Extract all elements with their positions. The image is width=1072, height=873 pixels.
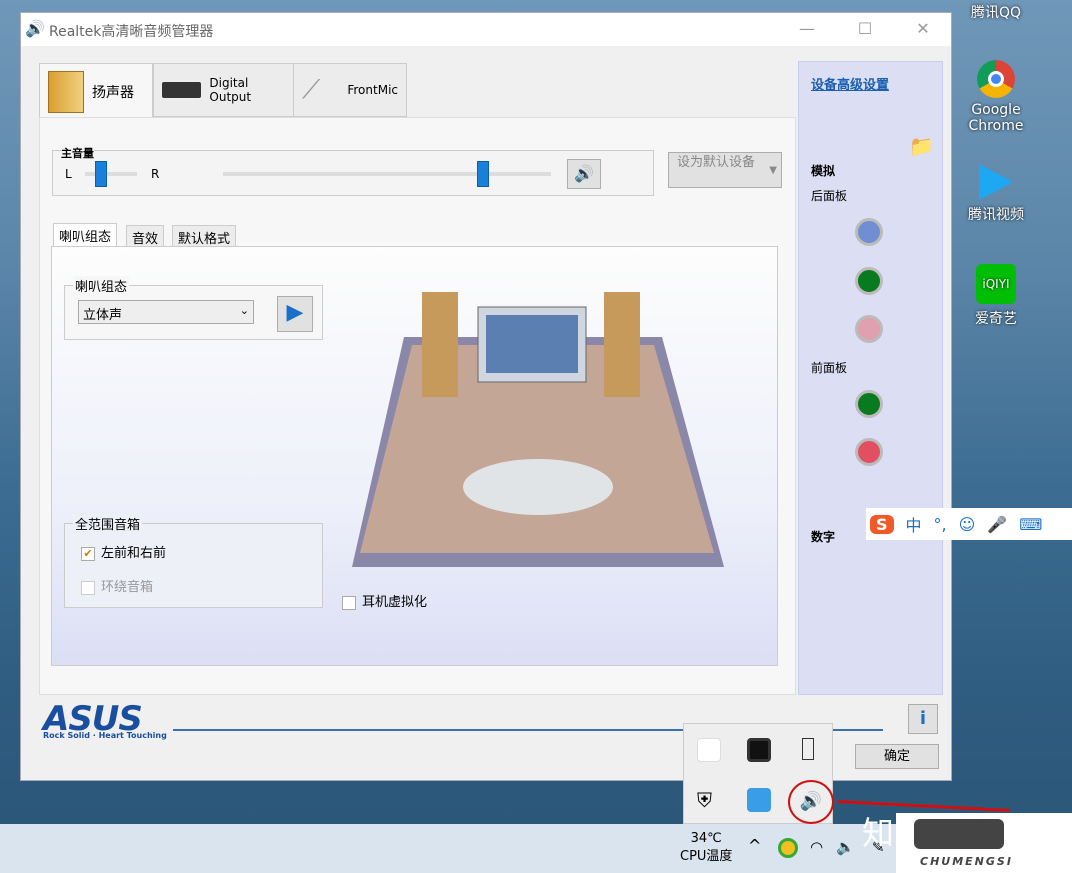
speaker-config-panel: 喇叭组态 立体声 ⌄ ▶ 全范围音箱 ✔ 左前和右前 环绕音箱 耳机虚拟化 (51, 246, 778, 666)
balance-slider[interactable] (95, 161, 107, 187)
info-icon: i (919, 708, 927, 729)
speaker-config-select[interactable]: 立体声 ⌄ (78, 300, 254, 324)
left-speaker (422, 292, 458, 397)
title-bar: 🔊 Realtek高清晰音频管理器 — ☐ ✕ (21, 13, 951, 46)
mute-button[interactable]: 🔊 (567, 159, 601, 189)
close-button[interactable]: ✕ (903, 19, 943, 38)
jack-green[interactable] (855, 267, 883, 295)
realtek-speaker-tray-icon[interactable]: 🔊 (788, 780, 834, 824)
main-volume-group: 主音量 L R 🔊 (52, 145, 654, 196)
speaker-app-icon: 🔊 (25, 19, 45, 38)
app-tray-icon[interactable] (747, 788, 771, 812)
watermark-logo (914, 819, 1004, 849)
usb-drive-icon[interactable] (802, 738, 814, 760)
tv-screen (486, 315, 578, 373)
volume-track (223, 172, 551, 176)
set-default-device-button[interactable]: 设为默认设备 ▼ (668, 152, 782, 188)
advanced-settings-link[interactable]: 设备高级设置 (811, 74, 889, 93)
360-security-icon[interactable] (778, 838, 798, 858)
tab-frontmic[interactable]: ⟋ FrontMic (293, 63, 407, 117)
security-shield-icon[interactable]: ⛨ (697, 788, 712, 812)
folder-icon[interactable]: 📁 (909, 134, 934, 158)
info-button[interactable]: i (908, 704, 938, 734)
volume-icon[interactable]: 🔈 (836, 838, 855, 856)
minimize-button[interactable]: — (787, 19, 827, 38)
ime-mode-button[interactable]: 中 (906, 512, 922, 536)
nvidia-icon[interactable] (747, 738, 771, 762)
speaker-config-group: 喇叭组态 立体声 ⌄ ▶ (64, 276, 323, 340)
jack-front-green[interactable] (855, 390, 883, 418)
chumengsi-watermark: CHUMENGSI (896, 813, 1072, 873)
balance-track (85, 172, 137, 176)
play-icon: ▶ (286, 300, 304, 325)
surround-speakers-checkbox[interactable]: 环绕音箱 (81, 576, 153, 595)
realtek-window: 🔊 Realtek高清晰音频管理器 — ☐ ✕ 扬声器 Digital Outp… (20, 12, 952, 781)
maximize-button[interactable]: ☐ (845, 19, 885, 38)
checkbox-checked-icon: ✔ (81, 546, 95, 561)
tab-default-format[interactable]: 默认格式 (172, 225, 237, 247)
tab-sound-effects[interactable]: 音效 (126, 225, 165, 247)
microphone-icon: ⟋ (302, 74, 321, 105)
tab-digital-output[interactable]: Digital Output (153, 63, 294, 117)
ime-punct-button[interactable]: °, (934, 515, 947, 534)
jack-front-red[interactable] (855, 438, 883, 466)
tab-speaker-config[interactable]: 喇叭组态 (53, 223, 118, 247)
cpu-temp-widget[interactable]: 34℃ CPU温度 (680, 830, 732, 866)
full-range-group: 全范围音箱 ✔ 左前和右前 环绕音箱 (64, 514, 323, 608)
ok-button[interactable]: 确定 (855, 744, 939, 769)
asus-tagline: Rock Solid · Heart Touching (43, 731, 167, 740)
chevron-up-icon[interactable]: ^ (748, 836, 761, 855)
tencent-video-icon (979, 164, 1013, 200)
main-volume-label: 主音量 (61, 145, 94, 161)
desktop-icon-iqiyi[interactable]: iQIYI 爱奇艺 (956, 264, 1036, 328)
left-label: L (65, 167, 72, 181)
emoji-icon[interactable]: ☺ (959, 515, 976, 534)
tray-overflow-popup: ⛨ 🔊 (683, 723, 834, 824)
desktop-icon-tencent-video[interactable]: 腾讯视频 (956, 164, 1036, 224)
speakers-icon (48, 70, 84, 113)
jack-blue[interactable] (855, 218, 883, 246)
digital-output-icon (162, 82, 202, 98)
ime-toolbar: S 中 °, ☺ 🎤 ⌨ (866, 508, 1072, 540)
zhihu-watermark: 知 (862, 814, 895, 852)
right-speaker (604, 292, 640, 397)
volume-slider[interactable] (477, 161, 489, 187)
keyboard-icon[interactable]: ⌨ (1019, 515, 1042, 534)
right-label: R (151, 167, 160, 181)
microphone-icon[interactable]: 🎤 (987, 515, 1007, 534)
wifi-icon[interactable]: ◠ (810, 838, 823, 856)
sogou-logo-icon[interactable]: S (870, 514, 894, 534)
iqiyi-icon: iQIYI (976, 264, 1016, 304)
desktop-icon-qq[interactable]: 腾讯QQ (956, 2, 1036, 22)
tab-speakers[interactable]: 扬声器 (39, 63, 153, 119)
dropdown-arrow-icon: ▼ (769, 165, 777, 176)
jack-pink[interactable] (855, 315, 883, 343)
speaker-volume-icon: 🔊 (574, 164, 594, 183)
desktop-icon-chrome[interactable]: Google Chrome (956, 60, 1036, 134)
front-speakers-checkbox[interactable]: ✔ 左前和右前 (81, 542, 166, 561)
chevron-down-icon: ⌄ (239, 304, 249, 317)
speaker-room-illustration (352, 292, 724, 567)
play-test-button[interactable]: ▶ (277, 296, 313, 332)
window-title: Realtek高清晰音频管理器 (49, 24, 214, 40)
baidu-netdisk-icon[interactable] (697, 738, 721, 762)
connector-panel: 设备高级设置 📁 模拟 后面板 前面板 数字 (798, 61, 943, 695)
chrome-icon (977, 60, 1015, 98)
headphone-virtualization-checkbox[interactable]: 耳机虚拟化 (342, 591, 427, 610)
